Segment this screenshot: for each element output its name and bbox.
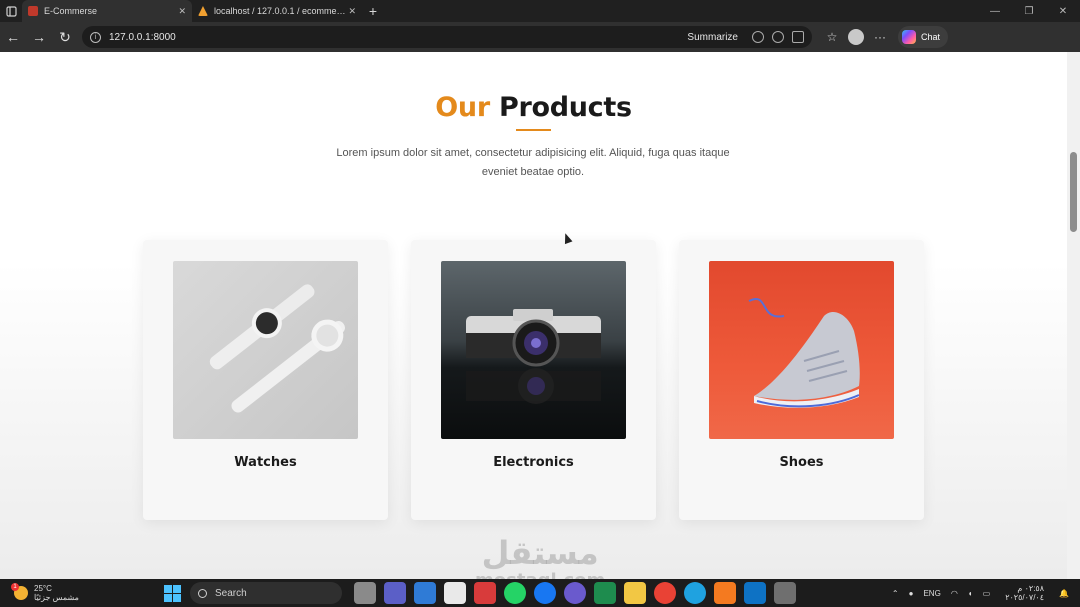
summarize-button[interactable]: Summarize bbox=[687, 32, 738, 43]
search-icon bbox=[198, 588, 207, 598]
taskbar-search[interactable]: Search bbox=[190, 582, 342, 604]
profile-button[interactable] bbox=[844, 25, 868, 49]
system-tray: ⌃ ● ENG ◠ ◖ ▭ ٠٢:٥٨ م ٢٠٢٥/٠٧/٠٤ 🔔 bbox=[887, 579, 1074, 607]
back-icon[interactable]: ← bbox=[0, 24, 26, 50]
vscode-icon[interactable] bbox=[744, 582, 766, 604]
site-favicon-icon bbox=[28, 6, 38, 16]
browser-toolbar: ← → ↻ i 127.0.0.1:8000 Summarize ☆ ··· C… bbox=[0, 22, 1080, 52]
teams-icon[interactable] bbox=[384, 582, 406, 604]
screen-recorder-icon[interactable] bbox=[774, 582, 796, 604]
spreadsheet-icon[interactable] bbox=[594, 582, 616, 604]
windows-taskbar: 1 25°C مشمس جزئيًا Search ⌃ ● ENG ◠ ◖ ▭ bbox=[0, 579, 1080, 607]
watermark-arabic: مستقل bbox=[481, 534, 599, 572]
watermark-logo: مستقل mostaql.com bbox=[475, 536, 605, 579]
file-explorer-icon[interactable] bbox=[624, 582, 646, 604]
watches-image[interactable] bbox=[173, 261, 358, 439]
copilot-chat-button[interactable]: Chat bbox=[898, 26, 949, 48]
product-card-electronics[interactable]: Electronics bbox=[411, 240, 656, 520]
page-scrollbar[interactable] bbox=[1067, 52, 1080, 579]
tab-actions-icon[interactable] bbox=[0, 0, 22, 22]
avatar bbox=[848, 29, 864, 45]
store-icon[interactable] bbox=[444, 582, 466, 604]
volume-icon[interactable]: ◖ bbox=[968, 589, 973, 598]
edge-icon[interactable] bbox=[684, 582, 706, 604]
product-name[interactable]: Electronics bbox=[411, 455, 656, 470]
new-tab-button[interactable]: + bbox=[364, 2, 382, 20]
favorite-star-icon[interactable] bbox=[792, 31, 804, 43]
section-description: Lorem ipsum dolor sit amet, consectetur … bbox=[336, 147, 730, 178]
chevron-up-icon[interactable]: ⌃ bbox=[892, 589, 899, 598]
microphone-icon[interactable]: ● bbox=[909, 589, 914, 598]
whatsapp-icon[interactable] bbox=[504, 582, 526, 604]
product-name[interactable]: Watches bbox=[143, 455, 388, 470]
browser-tab-strip: E-Commerse ✕ localhost / 127.0.0.1 / eco… bbox=[0, 0, 1080, 22]
phpmyadmin-favicon-icon bbox=[198, 6, 208, 16]
window-controls: — ❐ ✕ bbox=[978, 0, 1080, 22]
pinned-apps bbox=[350, 582, 800, 604]
clock-date: ٢٠٢٥/٠٧/٠٤ bbox=[1005, 593, 1045, 602]
search-label: Search bbox=[215, 587, 247, 599]
temperature: 25°C bbox=[34, 584, 52, 593]
language-indicator[interactable]: ENG bbox=[923, 589, 940, 598]
copilot-app-icon[interactable] bbox=[414, 582, 436, 604]
chrome-icon[interactable] bbox=[654, 582, 676, 604]
tab-title: localhost / 127.0.0.1 / ecommerse bbox=[213, 6, 349, 16]
more-tools-icon[interactable] bbox=[772, 31, 784, 43]
weather-widget[interactable]: 1 25°C مشمس جزئيًا bbox=[0, 583, 150, 602]
close-tab-icon[interactable]: ✕ bbox=[348, 6, 356, 17]
address-bar[interactable]: i 127.0.0.1:8000 Summarize bbox=[82, 26, 812, 48]
close-window-icon[interactable]: ✕ bbox=[1046, 0, 1080, 22]
media-player-icon[interactable] bbox=[564, 582, 586, 604]
close-tab-icon[interactable]: ✕ bbox=[178, 6, 186, 17]
page-viewport: Our Products Lorem ipsum dolor sit amet,… bbox=[0, 52, 1067, 579]
product-name[interactable]: Shoes bbox=[679, 455, 924, 470]
heading-rest: Products bbox=[498, 92, 632, 123]
read-aloud-icon[interactable] bbox=[752, 31, 764, 43]
watermark-latin: mostaql.com bbox=[475, 570, 605, 579]
tab-phpmyadmin[interactable]: localhost / 127.0.0.1 / ecommerse ✕ bbox=[192, 0, 362, 22]
more-menu-icon[interactable]: ··· bbox=[868, 25, 892, 49]
reload-icon[interactable]: ↻ bbox=[52, 24, 78, 50]
tab-title: E-Commerse bbox=[44, 6, 98, 16]
clock[interactable]: ٠٢:٥٨ م ٢٠٢٥/٠٧/٠٤ bbox=[1000, 584, 1049, 602]
product-card-watches[interactable]: Watches bbox=[143, 240, 388, 520]
start-button[interactable] bbox=[160, 581, 184, 605]
app-icon[interactable] bbox=[474, 582, 496, 604]
url-text[interactable]: 127.0.0.1:8000 bbox=[109, 32, 687, 43]
favorites-icon[interactable]: ☆ bbox=[820, 25, 844, 49]
notification-bell-icon[interactable]: 🔔 bbox=[1059, 589, 1069, 598]
shoes-image[interactable] bbox=[709, 261, 894, 439]
weather-text: مشمس جزئيًا bbox=[34, 593, 79, 602]
facebook-icon[interactable] bbox=[534, 582, 556, 604]
heading-accent: Our bbox=[435, 92, 490, 123]
weather-sun-icon: 1 bbox=[11, 583, 28, 600]
section-heading: Our Products bbox=[0, 92, 1067, 123]
wifi-icon[interactable]: ◠ bbox=[951, 589, 958, 598]
electronics-image[interactable] bbox=[441, 261, 626, 439]
site-info-icon[interactable]: i bbox=[90, 31, 101, 43]
clock-time: ٠٢:٥٨ م bbox=[1017, 584, 1045, 593]
maximize-icon[interactable]: ❐ bbox=[1012, 0, 1046, 22]
product-card-shoes[interactable]: Shoes bbox=[679, 240, 924, 520]
scrollbar-thumb[interactable] bbox=[1070, 152, 1077, 232]
xampp-icon[interactable] bbox=[714, 582, 736, 604]
heading-underline bbox=[516, 129, 551, 131]
minimize-icon[interactable]: — bbox=[978, 0, 1012, 22]
chat-label: Chat bbox=[921, 32, 941, 42]
task-view-icon[interactable] bbox=[354, 582, 376, 604]
copilot-icon bbox=[902, 30, 916, 44]
forward-icon[interactable]: → bbox=[26, 24, 52, 50]
tab-ecommerse[interactable]: E-Commerse ✕ bbox=[22, 0, 192, 22]
battery-icon[interactable]: ▭ bbox=[983, 589, 991, 598]
notification-badge: 1 bbox=[11, 583, 19, 591]
